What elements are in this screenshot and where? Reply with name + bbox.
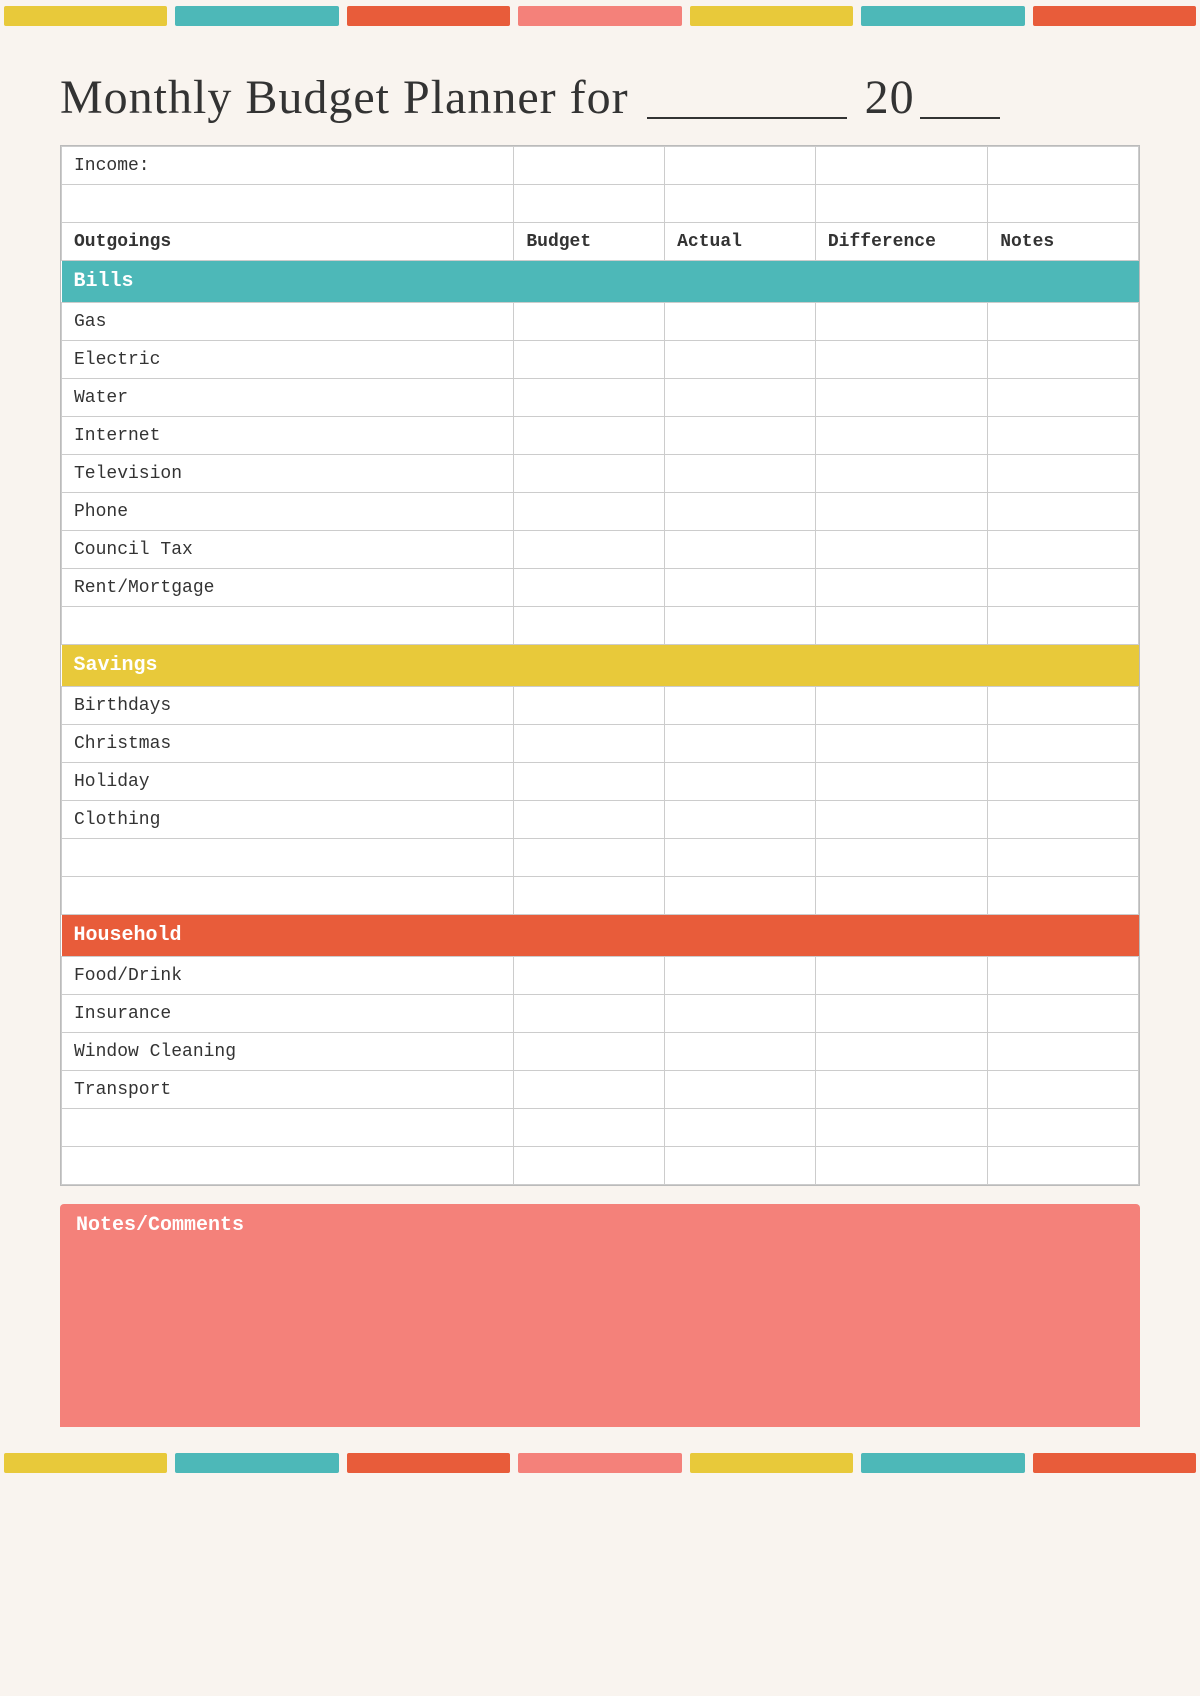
- household-label: Household: [62, 915, 1139, 957]
- phone-label: Phone: [62, 493, 514, 531]
- deco-seg-1: [4, 6, 167, 26]
- deco-seg-b2: [175, 1453, 338, 1473]
- table-row: Gas: [62, 303, 1139, 341]
- council-tax-label: Council Tax: [62, 531, 514, 569]
- title-name-line: [647, 62, 847, 119]
- deco-seg-5: [690, 6, 853, 26]
- empty-row-3: [62, 839, 1139, 877]
- rent-mortgage-label: Rent/Mortgage: [62, 569, 514, 607]
- notes-header: Notes/Comments: [60, 1204, 1140, 1247]
- table-row: Television: [62, 455, 1139, 493]
- table-row: Internet: [62, 417, 1139, 455]
- food-drink-label: Food/Drink: [62, 957, 514, 995]
- empty-row-1: [62, 185, 1139, 223]
- income-budget: [514, 147, 665, 185]
- deco-seg-b5: [690, 1453, 853, 1473]
- table-row: Clothing: [62, 801, 1139, 839]
- outgoings-header-row: Outgoings Budget Actual Difference Notes: [62, 223, 1139, 261]
- title-year-prefix: 20: [865, 71, 915, 124]
- budget-table: Income: Outgoings Budget Actual Differen…: [61, 146, 1139, 1185]
- deco-seg-b4: [518, 1453, 681, 1473]
- empty-row-4: [62, 877, 1139, 915]
- clothing-label: Clothing: [62, 801, 514, 839]
- bills-label: Bills: [62, 261, 1139, 303]
- water-label: Water: [62, 379, 514, 417]
- internet-label: Internet: [62, 417, 514, 455]
- title-area: Monthly Budget Planner for 20: [0, 32, 1200, 145]
- transport-label: Transport: [62, 1071, 514, 1109]
- christmas-label: Christmas: [62, 725, 514, 763]
- planner-container: Income: Outgoings Budget Actual Differen…: [60, 145, 1140, 1186]
- deco-seg-6: [861, 6, 1024, 26]
- gas-label: Gas: [62, 303, 514, 341]
- window-cleaning-label: Window Cleaning: [62, 1033, 514, 1071]
- bills-section-header: Bills: [62, 261, 1139, 303]
- household-section-header: Household: [62, 915, 1139, 957]
- table-row: Window Cleaning: [62, 1033, 1139, 1071]
- title-main: Monthly Budget Planner for: [60, 71, 629, 124]
- television-label: Television: [62, 455, 514, 493]
- holiday-label: Holiday: [62, 763, 514, 801]
- electric-label: Electric: [62, 341, 514, 379]
- income-label: Income:: [62, 147, 514, 185]
- empty-row-6: [62, 1147, 1139, 1185]
- table-row: Insurance: [62, 995, 1139, 1033]
- table-row: Rent/Mortgage: [62, 569, 1139, 607]
- table-row: Phone: [62, 493, 1139, 531]
- notes-col-header: Notes: [988, 223, 1139, 261]
- budget-col-header: Budget: [514, 223, 665, 261]
- deco-seg-b7: [1033, 1453, 1196, 1473]
- savings-label: Savings: [62, 645, 1139, 687]
- table-row: Transport: [62, 1071, 1139, 1109]
- diff-col-header: Difference: [815, 223, 987, 261]
- income-row: Income:: [62, 147, 1139, 185]
- title-year-line: [920, 62, 1000, 119]
- deco-seg-b3: [347, 1453, 510, 1473]
- bottom-deco-bar: [0, 1447, 1200, 1479]
- table-row: Christmas: [62, 725, 1139, 763]
- income-diff: [815, 147, 987, 185]
- outgoings-label: Outgoings: [62, 223, 514, 261]
- empty-row-2: [62, 607, 1139, 645]
- table-row: Food/Drink: [62, 957, 1139, 995]
- notes-body[interactable]: [60, 1247, 1140, 1427]
- deco-seg-2: [175, 6, 338, 26]
- income-notes: [988, 147, 1139, 185]
- deco-seg-b6: [861, 1453, 1024, 1473]
- savings-section-header: Savings: [62, 645, 1139, 687]
- top-deco-bar: [0, 0, 1200, 32]
- notes-section: Notes/Comments: [60, 1204, 1140, 1427]
- income-actual: [665, 147, 816, 185]
- deco-seg-7: [1033, 6, 1196, 26]
- table-row: Council Tax: [62, 531, 1139, 569]
- deco-seg-4: [518, 6, 681, 26]
- title-text: Monthly Budget Planner for 20: [60, 71, 1005, 124]
- table-row: Birthdays: [62, 687, 1139, 725]
- empty-row-5: [62, 1109, 1139, 1147]
- table-row: Water: [62, 379, 1139, 417]
- deco-seg-3: [347, 6, 510, 26]
- birthdays-label: Birthdays: [62, 687, 514, 725]
- table-row: Holiday: [62, 763, 1139, 801]
- table-row: Electric: [62, 341, 1139, 379]
- actual-col-header: Actual: [665, 223, 816, 261]
- deco-seg-b1: [4, 1453, 167, 1473]
- insurance-label: Insurance: [62, 995, 514, 1033]
